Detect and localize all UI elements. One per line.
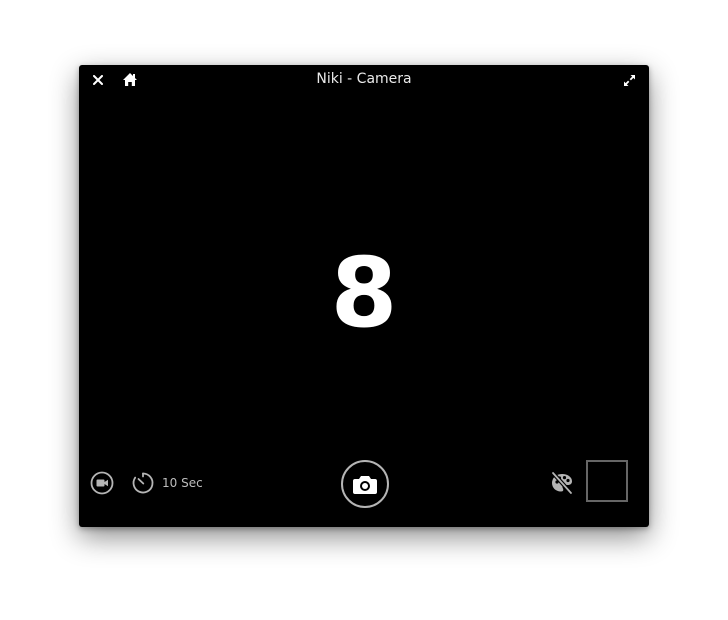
camera-icon	[353, 476, 377, 494]
title-bar: Niki - Camera	[79, 65, 649, 95]
timer-icon	[132, 472, 154, 494]
maximize-button[interactable]	[621, 72, 637, 88]
effects-button[interactable]	[549, 470, 575, 496]
video-mode-button[interactable]	[89, 470, 115, 496]
countdown-number: 8	[330, 237, 398, 349]
palette-disabled-icon	[551, 471, 573, 495]
shutter-button[interactable]	[341, 460, 389, 508]
timer-button[interactable]: 10 Sec	[131, 470, 203, 496]
maximize-icon	[623, 74, 635, 86]
video-camera-icon	[90, 471, 114, 495]
window-title: Niki - Camera	[316, 71, 412, 87]
timer-label: 10 Sec	[162, 476, 203, 490]
camera-window: Niki - Camera 8 10 Sec	[79, 65, 649, 527]
last-photo-thumbnail[interactable]	[586, 460, 628, 502]
